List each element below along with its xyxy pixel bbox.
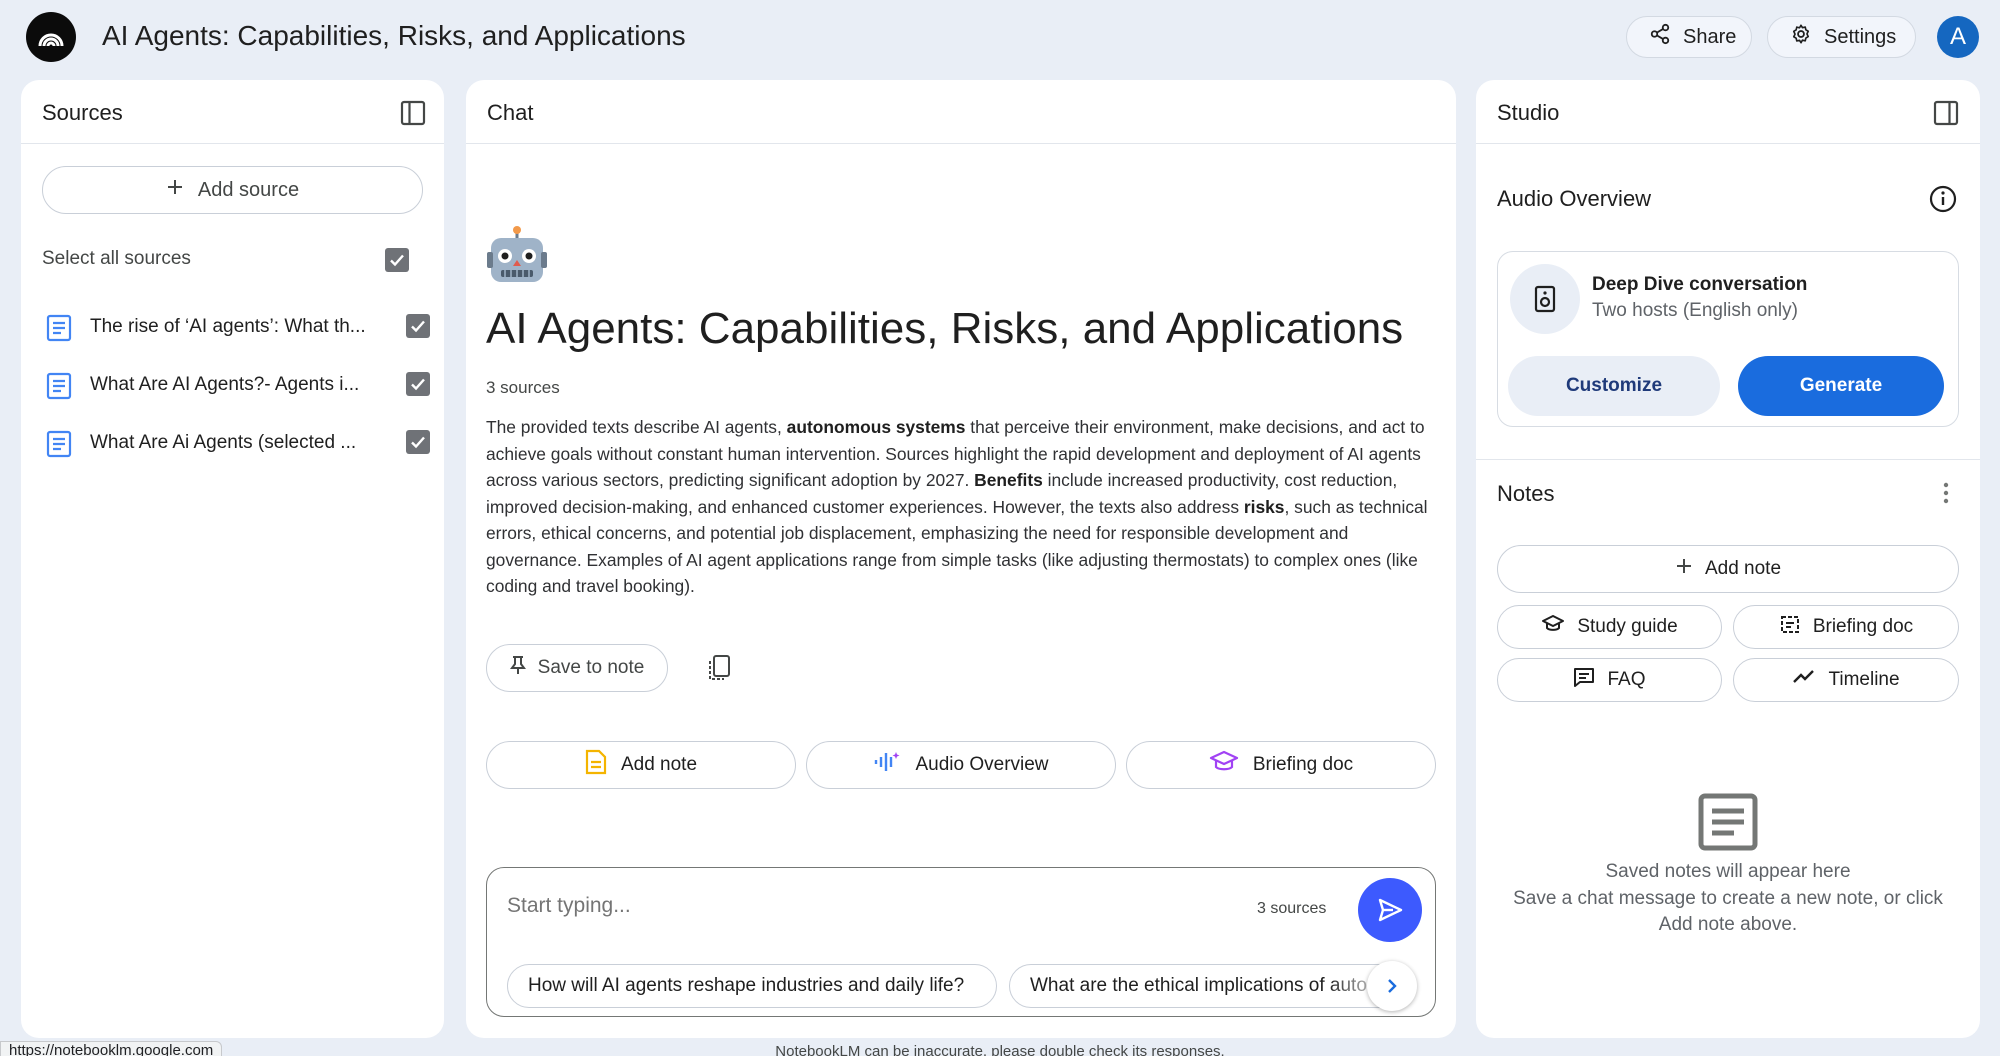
- settings-button[interactable]: Settings: [1767, 16, 1916, 58]
- timeline-label: Timeline: [1828, 669, 1900, 690]
- audio-overview-chip[interactable]: Audio Overview: [806, 741, 1116, 789]
- chevron-right-icon: [1388, 979, 1397, 993]
- add-note-label: Add note: [1704, 558, 1782, 579]
- studio-divider: [1476, 459, 1980, 460]
- customize-button[interactable]: Customize: [1508, 356, 1720, 416]
- briefing-doc-button[interactable]: Briefing doc: [1733, 605, 1959, 649]
- studio-header: Studio: [1476, 80, 1980, 144]
- source-checkbox[interactable]: [406, 372, 430, 396]
- faq-button[interactable]: FAQ: [1497, 658, 1722, 702]
- source-count: 3 sources: [486, 378, 560, 397]
- suggestions-next-button[interactable]: [1367, 961, 1417, 1011]
- status-bar-url: https://notebooklm.google.com: [0, 1041, 223, 1056]
- chat-title: Chat: [487, 100, 534, 125]
- chat-panel: Chat AI Agents: Capabilities, Risks, and…: [466, 80, 1456, 1038]
- share-button[interactable]: Share: [1626, 16, 1752, 58]
- save-to-note-button[interactable]: Save to note: [486, 644, 668, 692]
- more-vert-icon[interactable]: [1943, 482, 1949, 509]
- notebook-summary: The provided texts describe AI agents, a…: [486, 417, 1428, 596]
- send-icon: [1378, 898, 1403, 922]
- settings-icon: [1790, 23, 1812, 51]
- audio-wave-icon: [873, 749, 901, 781]
- add-source-button[interactable]: Add source: [42, 166, 423, 214]
- add-source-label: Add source: [197, 178, 300, 201]
- source-label: The rise of ‘AI agents’: What th...: [90, 316, 366, 337]
- share-icon: [1649, 23, 1671, 51]
- copy-icon[interactable]: [706, 654, 732, 687]
- plus-icon: [166, 178, 184, 202]
- speaker-icon: [1510, 264, 1580, 334]
- user-avatar[interactable]: A: [1937, 16, 1979, 58]
- audio-overview-card: Deep Dive conversation Two hosts (Englis…: [1497, 251, 1959, 427]
- select-all-label: Select all sources: [42, 248, 191, 269]
- source-label: What Are AI Agents?- Agents i...: [90, 374, 360, 395]
- study-guide-label: Study guide: [1577, 616, 1678, 637]
- briefing-doc-chip-label: Briefing doc: [1252, 754, 1354, 775]
- source-item[interactable]: The rise of ‘AI agents’: What th...: [42, 308, 430, 348]
- source-item[interactable]: What Are Ai Agents (selected ...: [42, 424, 430, 464]
- calendar-doc-icon: [1779, 613, 1801, 641]
- add-note-chip[interactable]: Add note: [486, 741, 796, 789]
- note-icon: [585, 749, 607, 781]
- plus-icon: [1675, 557, 1693, 581]
- briefing-doc-chip[interactable]: Briefing doc: [1126, 741, 1436, 789]
- app-header: AI Agents: Capabilities, Risks, and Appl…: [0, 0, 2000, 74]
- notes-empty-icon: [1698, 793, 1758, 856]
- source-label: What Are Ai Agents (selected ...: [90, 432, 357, 453]
- panel-collapse-icon[interactable]: [400, 100, 426, 126]
- notes-empty-body: Save a chat message to create a new note…: [1513, 888, 1943, 935]
- faq-icon: [1573, 666, 1595, 694]
- notebook-title[interactable]: AI Agents: Capabilities, Risks, and Appl…: [102, 20, 686, 52]
- disclaimer-text: NotebookLM can be inaccurate, please dou…: [775, 1043, 1225, 1056]
- audio-overview-title: Audio Overview: [1497, 186, 1652, 211]
- suggested-question[interactable]: How will AI agents reshape industries an…: [507, 964, 997, 1008]
- source-checkbox[interactable]: [406, 430, 430, 454]
- share-label: Share: [1683, 25, 1737, 48]
- graduation-cap-icon: [1541, 614, 1565, 640]
- send-button[interactable]: [1358, 878, 1422, 942]
- audio-overview-chip-label: Audio Overview: [915, 754, 1049, 775]
- chat-composer: 3 sources How will AI agents reshape ind…: [486, 867, 1436, 1017]
- add-note-button[interactable]: Add note: [1497, 545, 1959, 593]
- generate-button[interactable]: Generate: [1738, 356, 1944, 416]
- pin-icon: [509, 655, 526, 681]
- sources-panel: Sources Add source Select all sources Th…: [21, 80, 444, 1038]
- source-checkbox[interactable]: [406, 314, 430, 338]
- study-guide-button[interactable]: Study guide: [1497, 605, 1722, 649]
- document-icon: [46, 314, 72, 347]
- graduation-cap-icon: [1209, 750, 1239, 780]
- faq-label: FAQ: [1607, 669, 1646, 690]
- chat-header: Chat: [466, 80, 1456, 144]
- notebooklm-logo-icon[interactable]: [26, 12, 76, 62]
- audio-card-subtitle: Two hosts (English only): [1592, 300, 1798, 321]
- select-all-checkbox[interactable]: [385, 248, 409, 272]
- notes-title: Notes: [1497, 481, 1555, 506]
- checkbox-checked-icon: [390, 254, 404, 267]
- sources-title: Sources: [42, 100, 123, 125]
- studio-panel: Studio Audio Overview Deep Dive conversa…: [1476, 80, 1980, 1038]
- studio-title: Studio: [1497, 100, 1560, 125]
- add-note-chip-label: Add note: [620, 754, 698, 775]
- composer-source-count: 3 sources: [1257, 900, 1327, 917]
- chat-input[interactable]: [507, 888, 1247, 924]
- trending-icon: [1792, 669, 1816, 691]
- briefing-doc-label: Briefing doc: [1812, 616, 1914, 637]
- sources-header: Sources: [21, 80, 444, 144]
- document-icon: [46, 430, 72, 463]
- document-icon: [46, 372, 72, 405]
- save-to-note-label: Save to note: [537, 657, 645, 678]
- notebook-heading: AI Agents: Capabilities, Risks, and Appl…: [486, 304, 1404, 353]
- audio-card-title: Deep Dive conversation: [1592, 274, 1808, 295]
- settings-label: Settings: [1824, 25, 1897, 48]
- notes-empty-title: Saved notes will appear here: [1605, 861, 1851, 882]
- info-icon[interactable]: [1928, 184, 1958, 219]
- robot-emoji: [486, 226, 548, 288]
- source-item[interactable]: What Are AI Agents?- Agents i...: [42, 366, 430, 406]
- timeline-button[interactable]: Timeline: [1733, 658, 1959, 702]
- panel-collapse-icon[interactable]: [1933, 100, 1959, 126]
